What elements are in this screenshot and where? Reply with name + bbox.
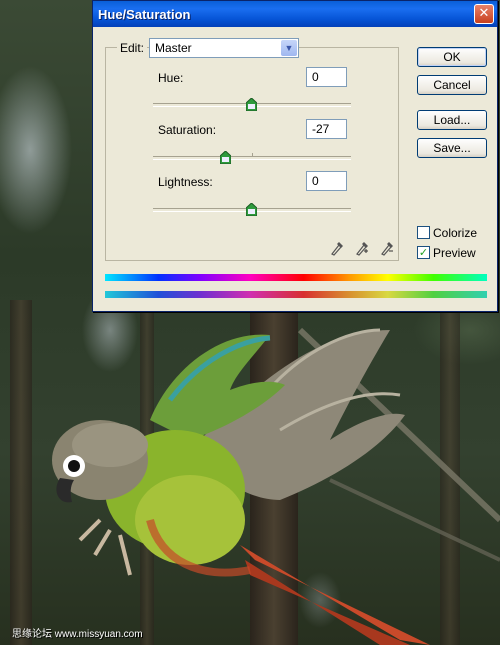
hue-input[interactable]: 0	[306, 67, 347, 87]
eyedropper-icon[interactable]	[329, 238, 345, 256]
watermark-text: 思缘论坛 www.missyuan.com	[12, 629, 143, 640]
dialog-title: Hue/Saturation	[98, 6, 191, 22]
input-color-spectrum	[105, 274, 487, 281]
output-color-spectrum	[105, 291, 487, 298]
saturation-slider-thumb[interactable]	[220, 151, 231, 164]
colorize-label: Colorize	[433, 226, 478, 240]
edit-dropdown-value: Master	[155, 41, 192, 55]
lightness-label: Lightness:	[158, 175, 213, 189]
lightness-input[interactable]: 0	[306, 171, 347, 191]
saturation-label: Saturation:	[158, 123, 217, 137]
edit-dropdown[interactable]: Master ▼	[149, 38, 299, 58]
cancel-button[interactable]: Cancel	[417, 75, 487, 95]
hue-slider-thumb[interactable]	[246, 98, 257, 111]
chevron-down-icon[interactable]: ▼	[281, 40, 297, 56]
preview-checkbox[interactable]: ✓	[417, 246, 430, 259]
save-button[interactable]: Save...	[417, 138, 487, 158]
load-button[interactable]: Load...	[417, 110, 487, 130]
close-icon: ✕	[478, 6, 490, 21]
ok-button[interactable]: OK	[417, 47, 487, 67]
colorize-checkbox[interactable]	[417, 226, 430, 239]
lightness-slider-thumb[interactable]	[246, 203, 257, 216]
saturation-center-tick	[252, 153, 253, 157]
hue-label: Hue:	[158, 71, 184, 85]
edit-label: Edit:	[117, 41, 148, 55]
eyedropper-minus-icon[interactable]	[379, 238, 395, 256]
title-bar[interactable]: Hue/Saturation	[93, 1, 497, 27]
preview-label: Preview	[433, 246, 476, 260]
close-button[interactable]: ✕	[474, 4, 494, 24]
eyedropper-plus-icon[interactable]	[354, 238, 370, 256]
saturation-input[interactable]: -27	[306, 119, 347, 139]
hue-saturation-dialog: Hue/Saturation ✕ Edit: Master ▼ Hue: 0 S…	[92, 0, 498, 312]
